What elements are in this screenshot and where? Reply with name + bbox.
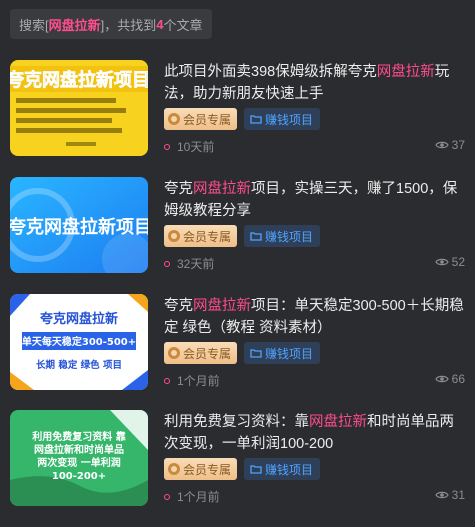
- view-count: 52: [434, 255, 465, 269]
- vip-tag[interactable]: 会员专属: [164, 342, 238, 364]
- vip-icon: [168, 230, 180, 242]
- vip-tag[interactable]: 会员专属: [164, 108, 238, 130]
- post-item[interactable]: 利用免费复习资料 靠 网盘拉新和时尚单品 两次变现 一单利润 100-200+ …: [10, 410, 465, 508]
- result-count: 4: [156, 16, 164, 32]
- search-middle: ]，共找到: [100, 17, 157, 33]
- folder-icon: [250, 465, 262, 474]
- post-thumbnail[interactable]: 夸克网盘拉新项目: [10, 60, 148, 156]
- vip-tag[interactable]: 会员专属: [164, 458, 238, 480]
- thumb-line-3: 两次变现 一单利润: [37, 456, 120, 469]
- thumb-line-2: 单天每天稳定300-500+: [22, 335, 136, 348]
- view-count: 37: [434, 138, 465, 152]
- category-tag[interactable]: 赚钱项目: [244, 108, 321, 130]
- thumb-line-3: 长期 稳定 绿色 项目: [36, 359, 122, 371]
- thumb-title: 夸克网盘拉新项目: [10, 216, 148, 238]
- view-count: 31: [434, 488, 465, 502]
- search-keyword: 网盘拉新: [48, 17, 101, 33]
- post-time: 1个月前: [164, 372, 220, 389]
- category-tag[interactable]: 赚钱项目: [244, 225, 321, 247]
- folder-icon: [250, 115, 262, 124]
- vip-icon: [168, 113, 180, 125]
- search-suffix: 个文章: [163, 17, 203, 33]
- time-dot-icon: [164, 143, 170, 150]
- eye-icon: [434, 258, 449, 266]
- folder-icon: [250, 232, 262, 241]
- eye-icon: [434, 375, 449, 383]
- post-item[interactable]: 夸克网盘拉新项目 此项目外面卖398保姆级拆解夸克网盘拉新玩法，助力新朋友快速上…: [10, 60, 465, 158]
- thumb-title: 夸克网盘拉新项目: [10, 69, 148, 91]
- post-time: 10天前: [164, 138, 214, 155]
- thumb-line-4: 100-200+: [52, 471, 106, 482]
- thumb-line-2: 网盘拉新和时尚单品: [34, 443, 124, 456]
- post-item[interactable]: 夸克网盘拉新 单天每天稳定300-500+ 长期 稳定 绿色 项目 夸克网盘拉新…: [10, 294, 465, 392]
- post-time: 1个月前: [164, 488, 220, 505]
- search-prefix: 搜索[: [19, 17, 49, 33]
- vip-icon: [168, 347, 180, 359]
- post-item[interactable]: 夸克网盘拉新项目 夸克网盘拉新项目，实操三天，赚了1500，保姆级教程分享 会员…: [10, 177, 465, 275]
- post-thumbnail[interactable]: 利用免费复习资料 靠 网盘拉新和时尚单品 两次变现 一单利润 100-200+: [10, 410, 148, 506]
- category-tag[interactable]: 赚钱项目: [244, 458, 321, 480]
- time-dot-icon: [164, 377, 170, 384]
- eye-icon: [434, 141, 449, 149]
- thumb-line-1: 利用免费复习资料 靠: [32, 430, 125, 443]
- post-title[interactable]: 夸克网盘拉新项目：单天稳定300-500＋长期稳定 绿色（教程 资料素材）: [164, 295, 464, 339]
- eye-icon: [434, 491, 449, 499]
- search-result-summary: 搜索[网盘拉新]，共找到 4 个文章: [10, 9, 212, 39]
- vip-icon: [168, 463, 180, 475]
- post-thumbnail[interactable]: 夸克网盘拉新 单天每天稳定300-500+ 长期 稳定 绿色 项目: [10, 294, 148, 390]
- thumb-line-1: 夸克网盘拉新: [40, 311, 118, 327]
- post-thumbnail[interactable]: 夸克网盘拉新项目: [10, 177, 148, 273]
- category-tag[interactable]: 赚钱项目: [244, 342, 321, 364]
- time-dot-icon: [164, 260, 170, 267]
- folder-icon: [250, 349, 262, 358]
- vip-tag[interactable]: 会员专属: [164, 225, 238, 247]
- time-dot-icon: [164, 493, 170, 500]
- post-title[interactable]: 此项目外面卖398保姆级拆解夸克网盘拉新玩法，助力新朋友快速上手: [164, 61, 464, 105]
- view-count: 66: [434, 372, 465, 386]
- post-title[interactable]: 夸克网盘拉新项目，实操三天，赚了1500，保姆级教程分享: [164, 178, 464, 222]
- post-title[interactable]: 利用免费复习资料：靠网盘拉新和时尚单品两次变现，一单利润100-200: [164, 411, 464, 455]
- post-time: 32天前: [164, 255, 214, 272]
